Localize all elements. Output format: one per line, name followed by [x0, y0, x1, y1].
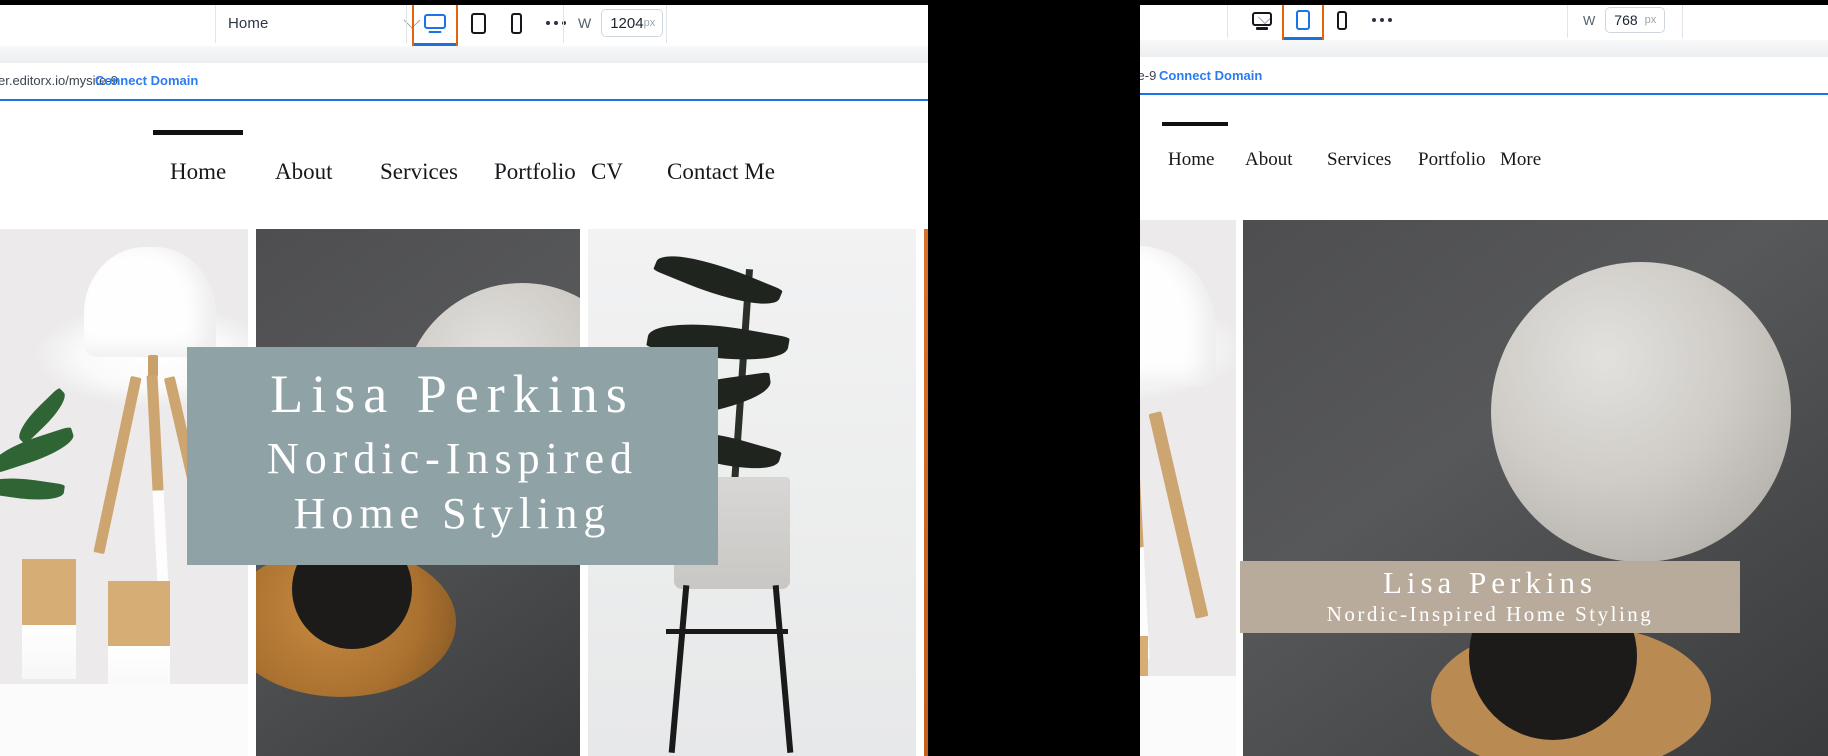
nav-item-home[interactable]: Home	[170, 159, 275, 185]
screenshot-stage: Home W 1204 px er.editorx.io/mysite-9 Co…	[0, 0, 1828, 756]
desktop-hero-subtitle-line1: Nordic-Inspired	[266, 433, 638, 483]
desktop-breakpoint-panel: Home W 1204 px er.editorx.io/mysite-9 Co…	[0, 0, 930, 756]
right-device-more-button[interactable]	[1360, 0, 1404, 40]
left-url-bar: er.editorx.io/mysite-9 Connect Domain	[0, 63, 930, 101]
left-device-switcher	[412, 0, 578, 46]
desktop-hero-subtitle-line2: Home Styling	[293, 489, 612, 539]
nav-item-about[interactable]: About	[1245, 149, 1327, 171]
tablet-icon	[470, 12, 486, 34]
left-device-desktop-button[interactable]	[412, 0, 458, 46]
right-width-input[interactable]: 768 px	[1605, 7, 1666, 33]
desktop-hero-title: Lisa Perkins	[270, 363, 635, 424]
nav-item-services[interactable]: Services	[1327, 149, 1418, 171]
left-device-more-button[interactable]	[534, 0, 578, 46]
nav-item-about[interactable]: About	[275, 159, 380, 185]
tablet-hero-title: Lisa Perkins	[1382, 564, 1598, 600]
right-width-unit: px	[1644, 14, 1657, 26]
desktop-site-canvas: Home About Services Portfolio CV Contact…	[0, 101, 930, 756]
tablet-hero-caption: Lisa Perkins Nordic-Inspired Home Stylin…	[1240, 561, 1740, 633]
nav-item-contact-me[interactable]: Contact Me	[667, 159, 775, 185]
left-width-input[interactable]: 1204 px	[601, 9, 664, 37]
desktop-site-nav: Home About Services Portfolio CV Contact…	[170, 159, 775, 185]
left-width-value: 1204	[610, 14, 644, 32]
left-device-mobile-button[interactable]	[498, 0, 534, 46]
left-editor-toolbar: Home W 1204 px	[0, 0, 930, 47]
left-page-selector[interactable]: Home	[215, 0, 432, 46]
right-device-mobile-button[interactable]	[1324, 0, 1360, 40]
desktop-hero-caption: Lisa Perkins Nordic-Inspired Home Stylin…	[187, 347, 718, 565]
left-page-selector-label: Home	[228, 14, 269, 32]
right-device-switcher	[1242, 0, 1404, 40]
left-width-label: W	[578, 15, 592, 31]
gallery-image-speaker	[1243, 220, 1828, 756]
nav-item-home[interactable]: Home	[1168, 149, 1245, 171]
right-width-value: 768	[1614, 12, 1638, 28]
phone-icon	[510, 12, 522, 34]
tablet-site-nav: Home About Services Portfolio More	[1168, 149, 1541, 171]
right-device-desktop-button[interactable]	[1242, 0, 1282, 40]
desktop-site-logo	[153, 130, 243, 135]
nav-item-services[interactable]: Services	[380, 159, 494, 185]
left-connect-domain-link[interactable]: Connect Domain	[95, 73, 198, 88]
left-secondary-bar	[0, 46, 930, 64]
tablet-hero-subtitle: Nordic-Inspired Home Styling	[1326, 602, 1654, 627]
top-black-strip	[0, 0, 1828, 5]
desktop-icon	[1252, 11, 1272, 30]
tablet-site-logo	[1162, 122, 1228, 126]
right-connect-domain-link[interactable]: Connect Domain	[1159, 68, 1262, 83]
left-device-tablet-button[interactable]	[458, 0, 498, 46]
nav-item-portfolio[interactable]: Portfolio	[494, 159, 591, 185]
nav-item-portfolio[interactable]: Portfolio	[1418, 149, 1500, 171]
phone-icon	[1337, 10, 1347, 30]
tablet-icon	[1296, 10, 1310, 30]
nav-item-cv[interactable]: CV	[591, 159, 667, 185]
left-width-field[interactable]: W 1204 px	[578, 0, 664, 46]
right-width-field[interactable]: W 768 px	[1583, 0, 1666, 40]
panel-divider	[928, 0, 1140, 756]
desktop-icon	[424, 14, 446, 33]
right-width-label: W	[1583, 12, 1596, 28]
right-device-tablet-button[interactable]	[1282, 0, 1324, 40]
nav-item-more[interactable]: More	[1500, 149, 1541, 171]
ellipsis-icon	[1372, 18, 1392, 22]
left-width-unit: px	[643, 17, 656, 29]
